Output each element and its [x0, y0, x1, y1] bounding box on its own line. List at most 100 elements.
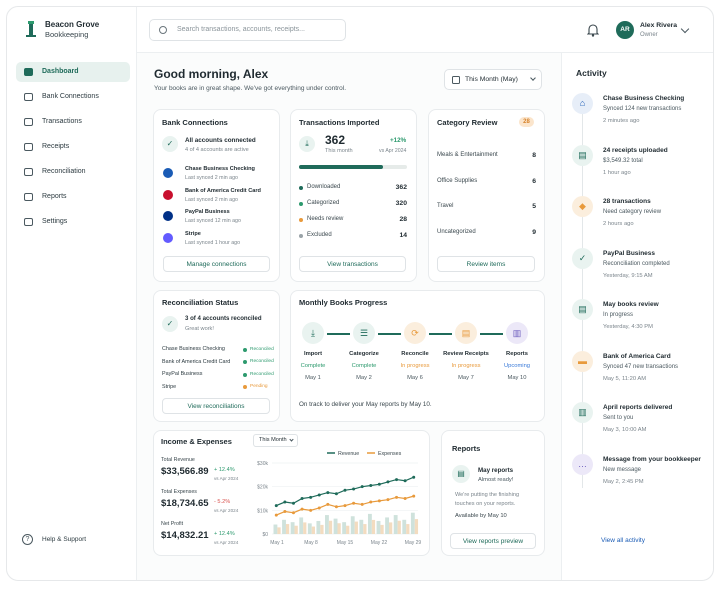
bank-status-sub: 4 of 4 accounts are active: [185, 147, 249, 153]
recon-status-badge: Pending: [250, 384, 268, 389]
view-reconciliations-button[interactable]: View reconciliations: [162, 398, 270, 414]
status-dot: [243, 347, 247, 352]
data-point: [300, 507, 304, 511]
manage-connections-button[interactable]: Manage connections: [163, 256, 270, 272]
card-title: Monthly Books Progress: [299, 298, 388, 307]
sidebar-item-reconciliation[interactable]: Reconciliation: [16, 162, 130, 182]
sidebar-item-dashboard[interactable]: Dashboard: [16, 62, 130, 82]
sidebar-item-label: Settings: [42, 218, 68, 225]
stat-value: 14: [399, 232, 407, 239]
list-icon: ☰: [353, 322, 375, 344]
data-point: [317, 493, 321, 497]
step-date: May 10: [507, 375, 527, 381]
account-sync: Last synced 1 hour ago: [185, 239, 241, 246]
revenue-bar: [282, 519, 286, 534]
step-name: Review Receipts: [443, 351, 489, 357]
activity-title: Activity: [576, 68, 607, 78]
bank-status: All accounts connected: [185, 137, 256, 144]
refresh-icon: [24, 168, 33, 176]
sidebar-item-reports[interactable]: Reports: [16, 187, 130, 207]
sidebar-item-bank-connections[interactable]: Bank Connections: [16, 87, 130, 107]
avatar[interactable]: AR: [616, 21, 634, 39]
tag-icon: ◆: [572, 196, 593, 217]
reports-item: May reports: [478, 467, 514, 474]
data-point: [403, 497, 407, 500]
step-connector: [327, 333, 350, 335]
revenue-bar: [393, 515, 398, 534]
reports-avail: Available by May 10: [455, 513, 507, 519]
stat-value: $14,832.21: [161, 530, 209, 541]
activity-title: April reports delivered: [603, 404, 673, 411]
category-count: 8: [532, 152, 536, 159]
data-point: [283, 500, 287, 504]
progress-footer: On track to deliver your May reports by …: [299, 401, 432, 408]
sidebar-item-receipts[interactable]: Receipts: [16, 137, 130, 157]
status-dot: [299, 186, 303, 190]
brand-sub: Bookkeeping: [45, 30, 89, 39]
list-icon: [24, 118, 33, 126]
status-dot: [243, 385, 247, 389]
x-tick-label: May 1: [270, 540, 284, 546]
search-box[interactable]: Search transactions, accounts, receipts.…: [149, 19, 346, 41]
account-sync: Last synced 12 min ago: [185, 218, 241, 224]
card-title: Income & Expenses: [161, 437, 232, 446]
receipt-icon: ▤: [455, 322, 477, 344]
refresh-icon: ⟳: [404, 322, 426, 344]
x-tick-label: May 29: [405, 540, 422, 546]
x-tick-label: May 22: [371, 540, 388, 546]
data-point: [403, 479, 407, 483]
view-reports-preview-button[interactable]: View reports preview: [450, 533, 536, 549]
account-name: PayPal Business: [185, 209, 230, 215]
revenue-bar: [385, 517, 390, 534]
review-items-button[interactable]: Review items: [437, 256, 535, 272]
expense-bar: [354, 521, 358, 534]
data-point: [274, 504, 278, 508]
period-select[interactable]: This Month (May): [444, 69, 542, 90]
stat-value: 362: [395, 184, 407, 191]
transactions-count-sub: This month: [325, 148, 353, 154]
activity-time: May 3, 10:00 AM: [603, 427, 647, 433]
revenue-bar: [316, 520, 321, 534]
step-name: Reconcile: [401, 351, 429, 357]
expense-bar: [303, 522, 307, 534]
card-title: Transactions Imported: [299, 118, 380, 127]
stat-value: $18,734.65: [161, 498, 209, 509]
message-icon: …: [572, 453, 593, 475]
step-name: Import: [303, 351, 323, 357]
transactions-delta: +12%: [390, 137, 407, 144]
status-dot: [299, 234, 303, 238]
category-label: Office Supplies: [437, 177, 478, 184]
expense-bar: [389, 522, 393, 534]
calendar-icon: [452, 76, 460, 84]
account-name: Stripe: [185, 230, 201, 237]
cloud-download-icon: ⤓: [299, 136, 315, 152]
status-dot: [299, 202, 303, 206]
recon-account: Chase Business Checking: [162, 346, 225, 352]
brand-name: Beacon Grove: [45, 20, 100, 29]
expense-bar: [311, 526, 315, 534]
bell-icon[interactable]: [586, 24, 600, 37]
recon-status-sub: Great work!: [185, 326, 214, 332]
data-point: [334, 505, 338, 509]
data-point: [369, 500, 373, 504]
category-count: 6: [532, 177, 536, 185]
step-name: Reports: [506, 351, 528, 357]
search-input[interactable]: Search transactions, accounts, receipts.…: [177, 26, 305, 33]
sidebar-item-settings[interactable]: Settings: [16, 212, 130, 232]
view-all-activity-link[interactable]: View all activity: [601, 537, 645, 544]
recon-account: Bank of America Credit Card: [162, 358, 231, 365]
revenue-bar: [299, 517, 304, 534]
sidebar-item-transactions[interactable]: Transactions: [16, 112, 130, 132]
revenue-bar: [402, 519, 407, 534]
help-link[interactable]: ? Help & Support: [22, 534, 122, 546]
view-transactions-button[interactable]: View transactions: [299, 256, 406, 272]
search-icon: [159, 26, 167, 34]
expense-bar: [380, 524, 384, 534]
document-icon: ▤: [572, 299, 593, 320]
data-point: [343, 504, 347, 508]
step-name: Categorize: [349, 351, 379, 357]
step-status: In progress: [451, 363, 481, 369]
expense-bar: [337, 523, 341, 534]
stat-label: Categorized: [307, 200, 340, 206]
expense-bar: [320, 524, 324, 534]
